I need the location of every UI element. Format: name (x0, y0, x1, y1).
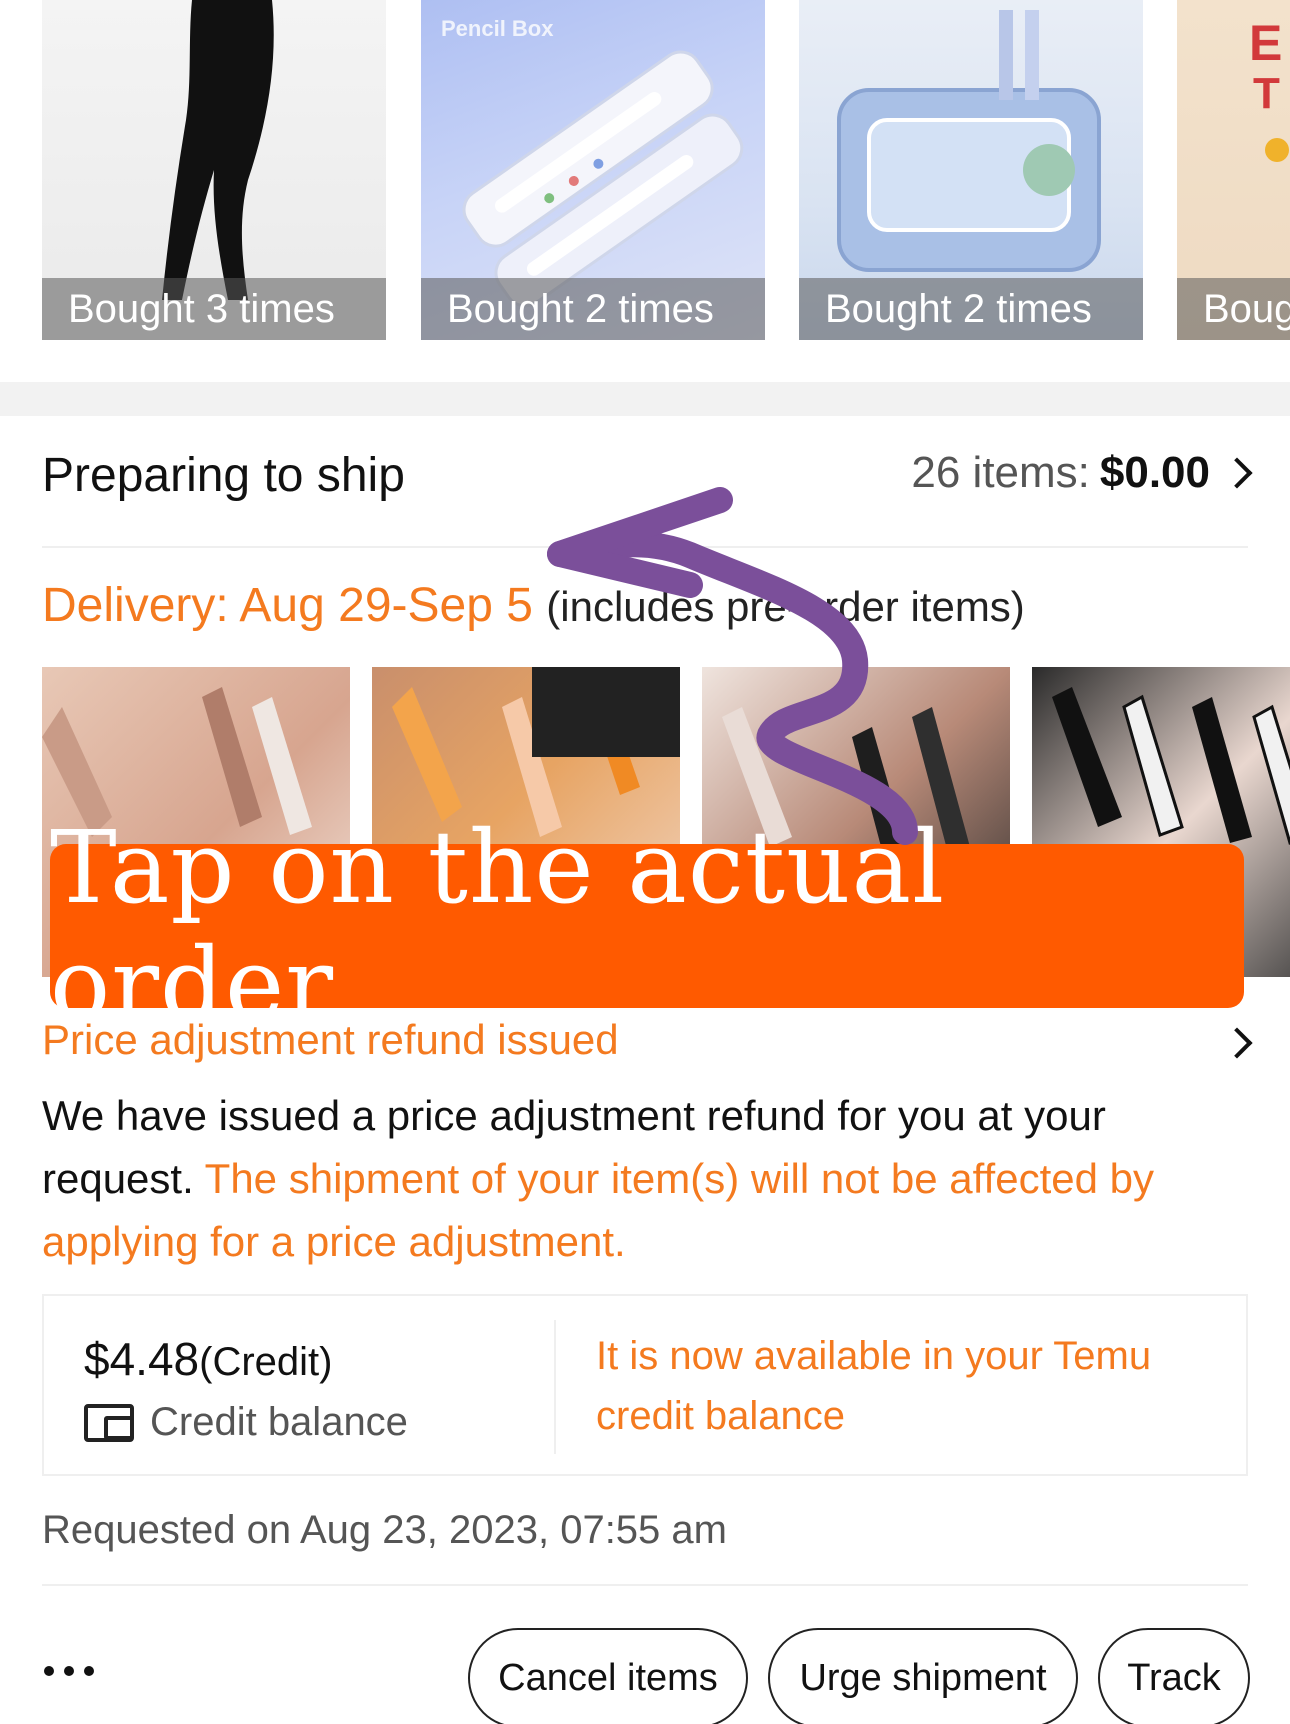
credit-balance-label: Credit balance (150, 1400, 408, 1444)
order-summary[interactable]: 26 items: $0.00 (911, 448, 1253, 498)
pencil-box-image-text: Pencil Box (441, 16, 554, 41)
delivery-note: (includes pre-order items) (546, 583, 1025, 630)
bought-count-caption: Bought 2 times (421, 278, 765, 340)
divider (554, 1320, 556, 1454)
bought-product-card[interactable]: E T Boug (1177, 0, 1290, 340)
bought-count-caption: Bought 2 times (799, 278, 1143, 340)
credit-amount-suffix: (Credit) (199, 1340, 333, 1384)
delivery-date-range: Delivery: Aug 29-Sep 5 (42, 579, 533, 632)
section-divider (0, 382, 1290, 416)
credit-refund-card: $4.48(Credit) Credit balance It is now a… (42, 1294, 1248, 1476)
credit-balance-row: Credit balance (84, 1400, 408, 1445)
price-adjustment-message: We have issued a price adjustment refund… (42, 1084, 1248, 1273)
svg-text:E: E (1249, 15, 1282, 71)
credit-availability-note: It is now available in your Temu credit … (596, 1334, 1152, 1438)
delivery-estimate: Delivery: Aug 29-Sep 5 (includes pre-ord… (42, 578, 1025, 633)
credit-amount-value: $4.48 (84, 1333, 200, 1385)
bought-count-caption: Boug (1177, 278, 1290, 340)
credit-amount: $4.48(Credit) (84, 1332, 408, 1386)
divider (42, 1584, 1248, 1586)
bought-product-card[interactable]: Bought 3 times (42, 0, 386, 340)
order-item-count: 26 items: (911, 448, 1090, 497)
order-total: $0.00 (1099, 448, 1210, 497)
more-options-icon[interactable] (44, 1666, 94, 1676)
track-button[interactable]: Track (1098, 1628, 1250, 1724)
credit-refund-amount-block: $4.48(Credit) Credit balance (84, 1332, 408, 1445)
chevron-right-icon (1221, 457, 1253, 489)
urge-shipment-button[interactable]: Urge shipment (768, 1628, 1078, 1724)
order-header[interactable]: Preparing to ship 26 items: $0.00 (42, 448, 1253, 516)
tutorial-banner: Tap on the actual order (50, 809, 1244, 1043)
recently-bought-strip: Bought 3 times Pencil Box Bought 2 times (0, 0, 1290, 340)
cancel-items-button[interactable]: Cancel items (468, 1628, 748, 1724)
order-status-title: Preparing to ship (42, 449, 405, 502)
price-adjustment-title[interactable]: Price adjustment refund issued (42, 1016, 619, 1064)
tutorial-banner-text: Tap on the actual order (50, 809, 946, 1043)
bought-product-card[interactable]: Bought 2 times (799, 0, 1143, 340)
wallet-icon (84, 1403, 134, 1442)
divider (42, 546, 1248, 548)
bought-product-card[interactable]: Pencil Box Bought 2 times (421, 0, 765, 340)
price-adjustment-highlight: The shipment of your item(s) will not be… (42, 1155, 1154, 1265)
bought-count-caption: Bought 3 times (42, 278, 386, 340)
svg-text:T: T (1253, 69, 1280, 118)
requested-timestamp: Requested on Aug 23, 2023, 07:55 am (42, 1508, 727, 1552)
